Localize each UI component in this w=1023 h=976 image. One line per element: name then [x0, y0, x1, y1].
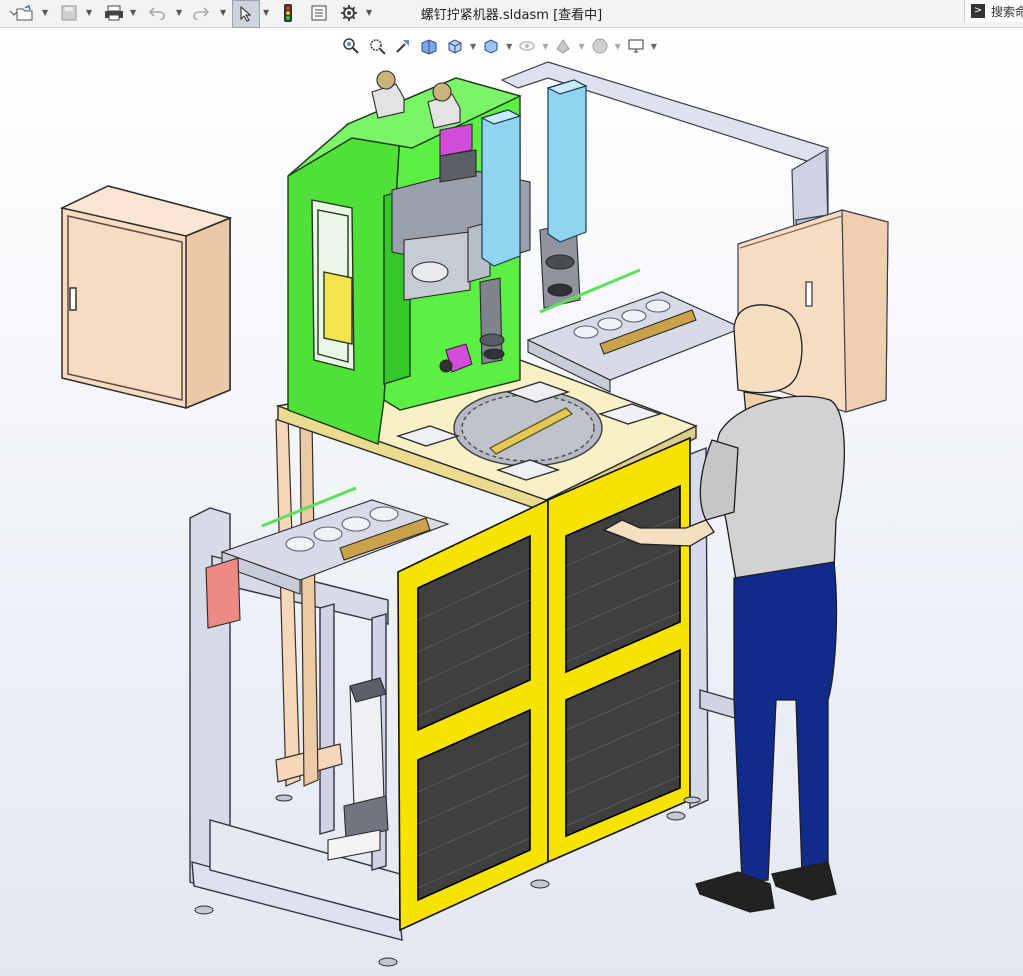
search-label: 搜索命	[991, 4, 1023, 19]
yellow-guard-doors	[397, 436, 691, 932]
undo-icon[interactable]	[146, 3, 168, 23]
left-electrical-cabinet	[59, 185, 233, 410]
save-dropdown-icon[interactable]: ▼	[86, 8, 92, 17]
properties-icon[interactable]	[308, 3, 330, 23]
print-dropdown-icon[interactable]: ▼	[130, 8, 136, 17]
settings-dropdown-icon[interactable]: ▼	[366, 8, 372, 17]
redo-icon[interactable]	[190, 3, 212, 23]
open-dropdown-icon[interactable]: ▼	[42, 8, 48, 17]
command-prompt-icon: >	[971, 4, 985, 18]
save-icon[interactable]	[58, 3, 80, 23]
select-dropdown-icon[interactable]: ▼	[263, 8, 269, 17]
select-arrow-icon[interactable]	[232, 0, 260, 28]
undo-dropdown-icon[interactable]: ▼	[176, 8, 182, 17]
gear-icon[interactable]	[338, 3, 360, 23]
redo-dropdown-icon[interactable]: ▼	[220, 8, 226, 17]
title-bar: ▼ ▼ ▼ ▼ ▼ ▼ ▼ 螺钉拧紧机器.sldasm [查看中] > 搜索命	[0, 0, 1023, 28]
search-box[interactable]: > 搜索命	[964, 0, 1023, 22]
lower-pneumatic-cylinder	[327, 677, 389, 861]
assembly-model[interactable]	[0, 28, 1023, 976]
print-icon[interactable]	[102, 3, 126, 23]
traffic-light-icon[interactable]	[280, 3, 296, 23]
open-folder-icon[interactable]	[14, 3, 36, 23]
graphics-area[interactable]: ▼ ▼ ▼ ▼ ▼ ▼	[0, 28, 1023, 976]
